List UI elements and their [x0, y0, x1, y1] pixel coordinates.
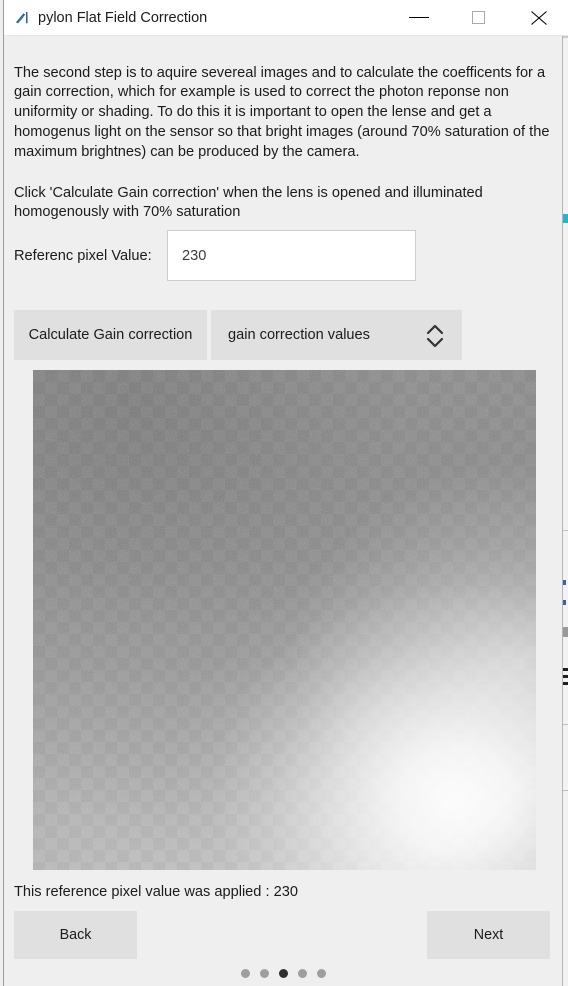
flat-field-image-preview	[33, 370, 536, 870]
background-fleck	[563, 580, 566, 585]
reference-pixel-value-label: Referenc pixel Value:	[14, 248, 152, 264]
gain-correction-values-spinner[interactable]: gain correction values	[211, 310, 462, 360]
step-dot-1[interactable]	[240, 969, 250, 978]
back-button[interactable]: Back	[14, 911, 137, 959]
background-fleck	[563, 682, 568, 685]
reference-pixel-value-input[interactable]	[167, 230, 416, 281]
step-dot-4[interactable]	[297, 969, 307, 978]
step-dot-2[interactable]	[259, 969, 269, 978]
background-fleck	[563, 627, 568, 637]
instructions-paragraph-1: The second step is to aquire severeal im…	[14, 64, 550, 160]
preview-sensor-noise	[33, 370, 536, 870]
wizard-content: The second step is to aquire severeal im…	[4, 36, 562, 986]
minimize-icon	[409, 17, 429, 18]
title-bar: pylon Flat Field Correction	[4, 0, 568, 36]
close-icon	[529, 10, 549, 26]
step-dot-5[interactable]	[316, 969, 326, 978]
maximize-button[interactable]	[456, 0, 502, 35]
minimize-button[interactable]	[396, 0, 442, 35]
background-fleck	[563, 530, 568, 531]
background-window-edge-right	[562, 0, 568, 986]
pylon-app-icon	[14, 9, 32, 27]
step-dot-3[interactable]	[278, 969, 288, 978]
updown-chevron-icon[interactable]	[424, 323, 446, 349]
gain-correction-values-label: gain correction values	[228, 327, 370, 343]
maximize-icon	[472, 11, 485, 24]
background-fleck	[563, 600, 566, 605]
window-title: pylon Flat Field Correction	[38, 10, 208, 26]
background-fleck	[563, 724, 568, 725]
background-fleck	[563, 668, 568, 671]
next-button[interactable]: Next	[427, 911, 550, 959]
background-fleck	[563, 214, 568, 223]
close-button[interactable]	[516, 0, 562, 35]
application-window: pylon Flat Field Correction The second s…	[0, 0, 568, 986]
background-fleck	[563, 675, 568, 678]
step-indicator	[4, 969, 562, 978]
status-message: This reference pixel value was applied :…	[14, 884, 298, 900]
background-fleck	[563, 790, 568, 791]
instructions-paragraph-2: Click 'Calculate Gain correction' when t…	[14, 184, 483, 221]
calculate-gain-correction-button[interactable]: Calculate Gain correction	[14, 310, 207, 360]
